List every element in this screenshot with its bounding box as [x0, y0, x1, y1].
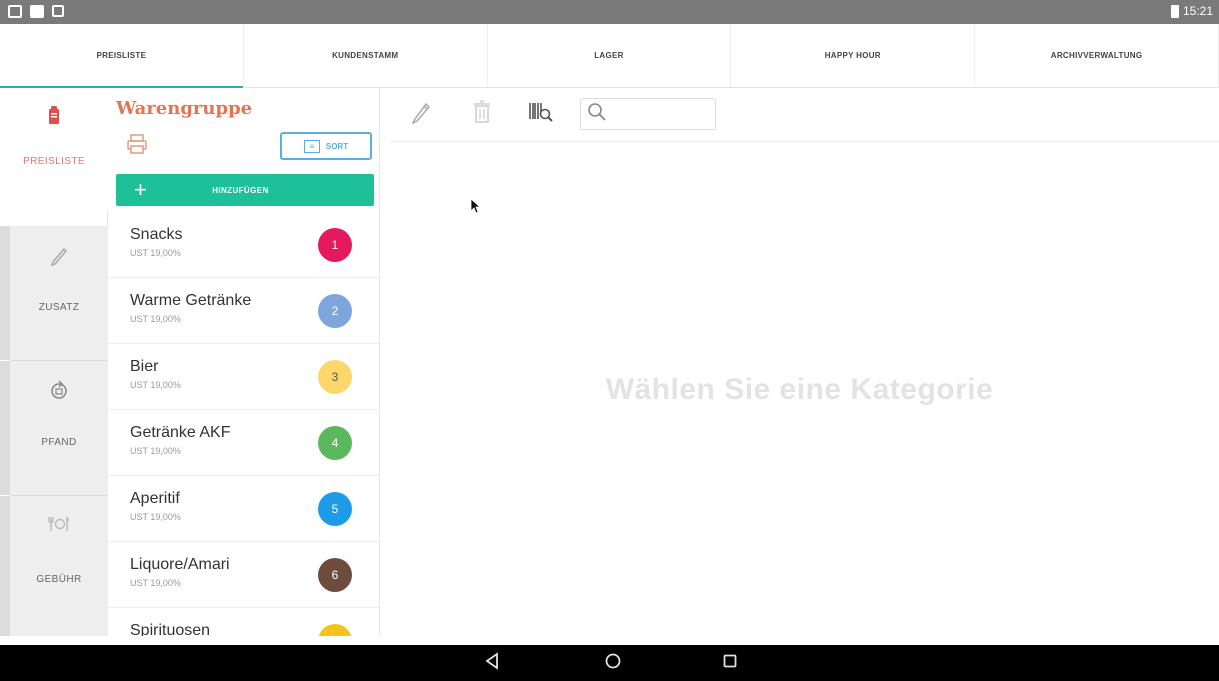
- list-item[interactable]: Aperitif UST 19,00% 5: [108, 476, 379, 542]
- category-name: Getränke AKF: [130, 424, 231, 441]
- sort-icon: ≡: [303, 139, 320, 153]
- category-badge: 5: [318, 492, 352, 526]
- add-label: HINZUFÜGEN: [212, 185, 269, 195]
- category-panel: Warengruppe ≡ SORT + HINZUFÜGEN Snacks U…: [108, 88, 380, 636]
- list-item[interactable]: Liquore/Amari UST 19,00% 6: [108, 542, 379, 608]
- rail-item-pfand[interactable]: PFAND: [0, 361, 108, 495]
- category-tax: UST 19,00%: [130, 314, 181, 324]
- battery-icon: [1170, 4, 1179, 18]
- list-item[interactable]: Getränke AKF UST 19,00% 4: [108, 410, 379, 476]
- rail-label-pfand: PFAND: [41, 437, 77, 448]
- main-content: Wählen Sie eine Kategorie: [380, 88, 1219, 636]
- cutlery-icon: [48, 514, 70, 540]
- category-name: Bier: [130, 358, 159, 375]
- rail-item-preisliste[interactable]: PREISLISTE: [0, 88, 108, 210]
- pencil-icon: [49, 244, 69, 272]
- trash-icon[interactable]: [472, 100, 492, 130]
- category-badge: 3: [318, 360, 352, 394]
- category-tax: UST 19,00%: [130, 446, 181, 456]
- status-icons: [8, 5, 64, 18]
- side-rail: PREISLISTE ZUSATZ PFAND GEBÜHR: [0, 88, 108, 636]
- category-badge: 1: [318, 228, 352, 262]
- rail-label-zusatz: ZUSATZ: [38, 302, 80, 313]
- mouse-cursor: [470, 198, 482, 219]
- category-list: Snacks UST 19,00% 1 Warme Getränke UST 1…: [108, 212, 379, 636]
- list-item[interactable]: Warme Getränke UST 19,00% 2: [108, 278, 379, 344]
- status-bar: 15:21: [0, 0, 1219, 24]
- system-nav-bar: [0, 645, 1219, 681]
- print-icon[interactable]: [126, 134, 148, 159]
- category-badge: 6: [318, 558, 352, 592]
- recents-icon[interactable]: [722, 652, 738, 675]
- pencil-icon[interactable]: [410, 100, 432, 130]
- toolbar: [390, 92, 1219, 142]
- search-icon: [587, 102, 607, 127]
- tab-lager[interactable]: LAGER: [488, 24, 732, 87]
- screenshot-icon: [8, 5, 22, 18]
- sort-button[interactable]: ≡ SORT: [280, 132, 372, 160]
- top-tab-bar: PREISLISTE KUNDENSTAMM LAGER HAPPY HOUR …: [0, 24, 1219, 88]
- list-item[interactable]: Snacks UST 19,00% 1: [108, 212, 379, 278]
- category-tax: UST 19,00%: [130, 578, 181, 588]
- category-badge: 2: [318, 294, 352, 328]
- category-tax: UST 19,00%: [130, 512, 181, 522]
- search-field[interactable]: [580, 98, 716, 130]
- tab-preisliste[interactable]: PREISLISTE: [0, 24, 244, 88]
- status-time: 15:21: [1182, 4, 1213, 18]
- document-icon: [47, 106, 61, 132]
- rail-item-gebuehr[interactable]: GEBÜHR: [0, 496, 108, 636]
- list-item[interactable]: Bier UST 19,00% 3: [108, 344, 379, 410]
- category-tax: UST 19,00%: [130, 380, 181, 390]
- category-name: Snacks: [130, 226, 183, 243]
- tab-kundenstamm[interactable]: KUNDENSTAMM: [244, 24, 488, 87]
- category-name: Liquore/Amari: [130, 556, 230, 573]
- back-icon[interactable]: [484, 652, 500, 675]
- status-right: 15:21: [1170, 4, 1213, 18]
- tab-archivverwaltung[interactable]: ARCHIVVERWALTUNG: [975, 24, 1219, 87]
- category-badge: 4: [318, 426, 352, 460]
- rail-label-gebuehr: GEBÜHR: [36, 574, 82, 585]
- search-input[interactable]: [611, 103, 711, 125]
- category-badge: [318, 624, 352, 636]
- barcode-search-icon[interactable]: [528, 100, 554, 130]
- sort-label: SORT: [325, 141, 349, 151]
- rail-label-preisliste: PREISLISTE: [23, 156, 85, 167]
- panel-title: Warengruppe: [116, 98, 253, 119]
- app-icon: [52, 5, 64, 17]
- list-item[interactable]: Spirituosen: [108, 608, 379, 636]
- notification-icon: [30, 5, 44, 18]
- empty-state-message: Wählen Sie eine Kategorie: [605, 373, 994, 406]
- refresh-icon: [49, 379, 69, 407]
- category-tax: UST 19,00%: [130, 248, 181, 258]
- category-name: Spirituosen: [130, 622, 211, 636]
- tab-happy-hour[interactable]: HAPPY HOUR: [731, 24, 976, 87]
- plus-icon: +: [134, 177, 147, 202]
- category-name: Warme Getränke: [130, 292, 252, 309]
- add-category-button[interactable]: + HINZUFÜGEN: [116, 174, 374, 206]
- home-icon[interactable]: [604, 652, 622, 675]
- app-window: 15:21 PREISLISTE KUNDENSTAMM LAGER HAPPY…: [0, 0, 1219, 681]
- category-name: Aperitif: [130, 490, 180, 507]
- rail-item-zusatz[interactable]: ZUSATZ: [0, 226, 108, 360]
